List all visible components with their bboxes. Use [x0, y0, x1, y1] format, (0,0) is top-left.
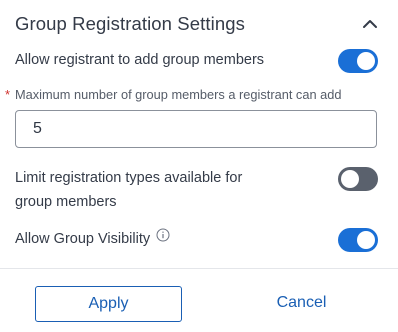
group-visibility-row: Allow Group Visibility: [15, 227, 381, 253]
panel-title: Group Registration Settings: [15, 13, 245, 34]
group-visibility-label: Allow Group Visibility: [15, 231, 151, 247]
toggle-knob: [357, 52, 375, 70]
max-members-input[interactable]: 5: [15, 110, 377, 148]
max-members-value[interactable]: 5: [33, 120, 42, 138]
cancel-button[interactable]: Cancel: [230, 286, 373, 322]
max-members-field-label: * Maximum number of group members a regis…: [5, 86, 385, 104]
panel-header[interactable]: Group Registration Settings: [15, 11, 381, 37]
group-visibility-label-wrap: Allow Group Visibility: [15, 227, 381, 251]
toggle-knob: [341, 170, 359, 188]
limit-registration-types-label-line1: Limit registration types available for: [15, 170, 243, 186]
allow-add-members-toggle[interactable]: [338, 49, 378, 73]
panel-footer: Apply Cancel: [0, 268, 398, 332]
limit-registration-types-toggle[interactable]: [338, 167, 378, 191]
limit-registration-types-label-line2: group members: [15, 194, 117, 210]
chevron-up-icon: [363, 20, 377, 28]
limit-registration-types-row: Limit registration types available for g…: [15, 166, 381, 214]
apply-button[interactable]: Apply: [35, 286, 182, 322]
allow-add-members-label: Allow registrant to add group members: [15, 52, 265, 68]
group-registration-settings-panel: Group Registration Settings Allow regist…: [0, 0, 398, 268]
toggle-knob: [357, 231, 375, 249]
max-members-label: Maximum number of group members a regist…: [15, 87, 342, 102]
collapse-button[interactable]: [359, 13, 381, 35]
group-visibility-toggle[interactable]: [338, 228, 378, 252]
allow-add-members-row: Allow registrant to add group members: [15, 48, 381, 74]
required-asterisk: *: [5, 87, 11, 102]
info-icon[interactable]: [156, 226, 170, 250]
